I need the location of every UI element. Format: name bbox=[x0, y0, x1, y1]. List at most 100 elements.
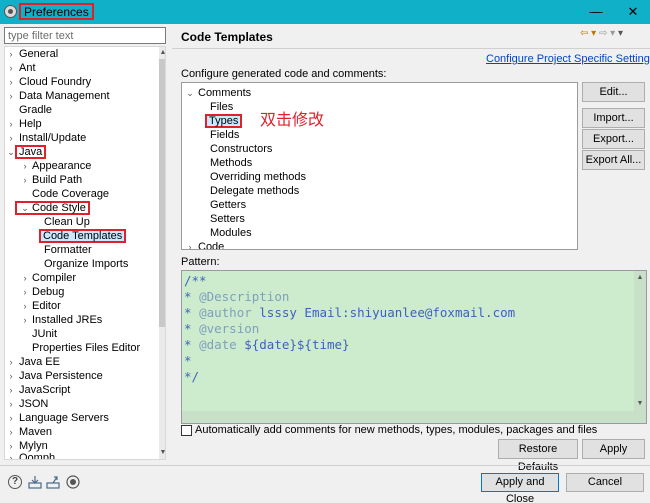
chevron-right-icon[interactable]: › bbox=[6, 355, 16, 369]
footer-separator bbox=[0, 465, 650, 466]
template-item-setters[interactable]: Setters bbox=[210, 212, 245, 226]
page-title: Code Templates bbox=[181, 30, 273, 44]
templates-tree: ⌄ Comments Files Types Fields Constructo… bbox=[181, 82, 578, 250]
import-preferences-icon[interactable] bbox=[28, 475, 42, 489]
chevron-right-icon[interactable]: › bbox=[6, 425, 16, 439]
template-category-code[interactable]: Code bbox=[198, 240, 224, 249]
template-item-fields[interactable]: Fields bbox=[210, 128, 239, 142]
edit-annotation: 双击修改 bbox=[260, 110, 325, 129]
tree-item-build-path[interactable]: Build Path bbox=[32, 173, 82, 187]
apply-button[interactable]: Apply bbox=[582, 439, 645, 459]
chevron-right-icon[interactable]: › bbox=[20, 159, 30, 173]
scroll-down-icon[interactable]: ▼ bbox=[159, 448, 165, 458]
chevron-right-icon[interactable]: › bbox=[20, 299, 30, 313]
chevron-right-icon[interactable]: › bbox=[6, 397, 16, 411]
pattern-vscroll[interactable]: ▲ ▼ bbox=[634, 271, 646, 423]
tree-scrollbar[interactable]: ▲ ▼ bbox=[159, 47, 165, 459]
tree-item-debug[interactable]: Debug bbox=[32, 285, 64, 299]
scroll-up-icon[interactable]: ▲ bbox=[636, 273, 644, 283]
tree-item-code-style[interactable]: Code Style bbox=[15, 201, 90, 215]
chevron-right-icon[interactable]: › bbox=[6, 131, 16, 145]
export-preferences-icon[interactable] bbox=[46, 475, 60, 489]
tree-item-language-servers[interactable]: Language Servers bbox=[19, 411, 109, 425]
scroll-up-icon[interactable]: ▲ bbox=[159, 48, 165, 58]
export-button[interactable]: Export... bbox=[582, 129, 645, 149]
chevron-right-icon[interactable]: › bbox=[6, 369, 16, 383]
tree-item-javascript[interactable]: JavaScript bbox=[19, 383, 70, 397]
tree-item-install-update[interactable]: Install/Update bbox=[19, 131, 86, 145]
template-item-getters[interactable]: Getters bbox=[210, 198, 246, 212]
tree-item-json[interactable]: JSON bbox=[19, 397, 48, 411]
tree-item-maven[interactable]: Maven bbox=[19, 425, 52, 439]
tree-item-java-persistence[interactable]: Java Persistence bbox=[19, 369, 103, 383]
tree-item-data-management[interactable]: Data Management bbox=[19, 89, 110, 103]
chevron-right-icon[interactable]: › bbox=[20, 313, 30, 327]
tree-item-cloud-foundry[interactable]: Cloud Foundry bbox=[19, 75, 91, 89]
filter-input[interactable] bbox=[4, 27, 166, 44]
record-icon[interactable] bbox=[66, 475, 80, 489]
template-item-files[interactable]: Files bbox=[210, 100, 233, 114]
apply-and-close-button[interactable]: Apply and Close bbox=[481, 473, 559, 503]
pattern-label: Pattern: bbox=[181, 256, 220, 268]
import-button[interactable]: Import... bbox=[582, 108, 645, 128]
tree-item-code-templates[interactable]: Code Templates bbox=[39, 229, 127, 243]
template-item-types[interactable]: Types bbox=[205, 114, 243, 128]
tree-item-general[interactable]: General bbox=[19, 47, 58, 61]
chevron-right-icon[interactable]: › bbox=[6, 75, 16, 89]
back-arrow-icon[interactable]: ⇦ ▾ bbox=[580, 28, 596, 39]
chevron-right-icon[interactable]: › bbox=[6, 89, 16, 103]
scroll-down-icon[interactable]: ▼ bbox=[636, 399, 644, 409]
tree-scroll-thumb[interactable] bbox=[159, 59, 165, 327]
pattern-line: */ bbox=[184, 369, 200, 384]
chevron-right-icon[interactable]: › bbox=[20, 285, 30, 299]
tree-item-installed-jres[interactable]: Installed JREs bbox=[32, 313, 102, 327]
view-menu-icon[interactable]: ▾ bbox=[618, 28, 623, 39]
export-all-button[interactable]: Export All... bbox=[582, 150, 645, 170]
restore-defaults-button[interactable]: Restore Defaults bbox=[498, 439, 578, 473]
help-icon[interactable]: ? bbox=[8, 475, 22, 489]
pattern-editor[interactable]: /** * @Description * @author lsssy Email… bbox=[181, 270, 647, 424]
template-item-methods[interactable]: Methods bbox=[210, 156, 252, 170]
auto-comments-checkbox[interactable] bbox=[181, 425, 192, 436]
tree-item-clean-up[interactable]: Clean Up bbox=[44, 215, 90, 229]
forward-arrow-icon[interactable]: ⇨ ▾ bbox=[599, 28, 615, 39]
chevron-right-icon[interactable]: › bbox=[185, 240, 195, 249]
chevron-right-icon[interactable]: › bbox=[6, 451, 16, 459]
close-button[interactable]: ✕ bbox=[616, 0, 650, 24]
template-category-comments[interactable]: Comments bbox=[198, 86, 251, 100]
chevron-right-icon[interactable]: › bbox=[6, 383, 16, 397]
tree-item-gradle[interactable]: Gradle bbox=[19, 103, 52, 117]
tree-item-organize-imports[interactable]: Organize Imports bbox=[44, 257, 128, 271]
tree-item-ant[interactable]: Ant bbox=[19, 61, 36, 75]
edit-button[interactable]: Edit... bbox=[582, 82, 645, 102]
pattern-line: /** bbox=[184, 273, 207, 288]
title-bar: Preferences — ✕ bbox=[0, 0, 650, 24]
pattern-hscroll[interactable] bbox=[182, 411, 634, 423]
tree-item-java-ee[interactable]: Java EE bbox=[19, 355, 60, 369]
chevron-right-icon[interactable]: › bbox=[6, 61, 16, 75]
chevron-right-icon[interactable]: › bbox=[6, 47, 16, 61]
tree-item-oomph[interactable]: Oomph bbox=[19, 451, 55, 459]
tree-item-appearance[interactable]: Appearance bbox=[32, 159, 91, 173]
chevron-down-icon[interactable]: ⌄ bbox=[185, 86, 195, 100]
chevron-right-icon[interactable]: › bbox=[20, 271, 30, 285]
tree-item-formatter[interactable]: Formatter bbox=[44, 243, 92, 257]
tree-item-help[interactable]: Help bbox=[19, 117, 42, 131]
template-item-constructors[interactable]: Constructors bbox=[210, 142, 272, 156]
chevron-right-icon[interactable]: › bbox=[6, 411, 16, 425]
tree-item-compiler[interactable]: Compiler bbox=[32, 271, 76, 285]
tree-item-java[interactable]: Java bbox=[15, 145, 47, 159]
chevron-right-icon[interactable]: › bbox=[6, 117, 16, 131]
template-item-delegate-methods[interactable]: Delegate methods bbox=[210, 184, 299, 198]
cancel-button[interactable]: Cancel bbox=[566, 473, 644, 492]
tree-item-editor[interactable]: Editor bbox=[32, 299, 61, 313]
configure-project-specific-link[interactable]: Configure Project Specific Settings... bbox=[486, 53, 650, 65]
tree-item-code-coverage[interactable]: Code Coverage bbox=[32, 187, 109, 201]
tree-item-properties-files-editor[interactable]: Properties Files Editor bbox=[32, 341, 140, 355]
template-item-overriding-methods[interactable]: Overriding methods bbox=[210, 170, 306, 184]
pattern-line: * @version bbox=[184, 321, 260, 336]
maximize-button[interactable] bbox=[580, 0, 614, 24]
chevron-right-icon[interactable]: › bbox=[20, 173, 30, 187]
tree-item-junit[interactable]: JUnit bbox=[32, 327, 57, 341]
template-item-modules[interactable]: Modules bbox=[210, 226, 252, 240]
